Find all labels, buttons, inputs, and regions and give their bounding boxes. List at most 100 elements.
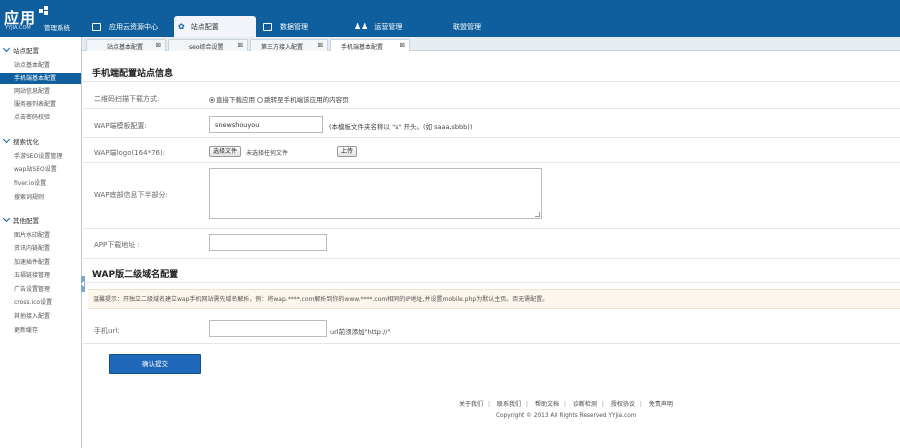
separator: | <box>488 401 491 408</box>
group-title: 站点配置 <box>13 47 39 55</box>
separator: | <box>563 401 566 408</box>
divider <box>83 137 900 138</box>
notice-tip: 温馨提示：开独立二级域名建立wap手机网站需先域名解析，例：将wap.****.… <box>88 289 900 309</box>
footer-link[interactable]: 授权协议 <box>611 401 635 408</box>
sidebar-item[interactable]: wap站SEO设置 <box>0 164 81 175</box>
no-file-text: 未选择任何文件 <box>246 150 289 157</box>
footer-link[interactable]: 帮助文档 <box>535 401 559 408</box>
top-bar: 应用 YYJIA.COM 管理系统 应用云资源中心 ✿ 站点配置 数据管理 ♟♟… <box>0 0 900 37</box>
sidebar-group-other[interactable]: 其他配置 <box>2 214 39 225</box>
chevron-down-icon <box>2 44 11 53</box>
system-name: 管理系统 <box>44 24 70 32</box>
section-title-wap-domain: WAP版二级域名配置 <box>92 270 179 280</box>
choose-file-button[interactable]: 选择文件 <box>209 146 242 157</box>
sidebar: 站点配置 站点基本配置 手机端基本配置 网站信息配置 服务器列表配置 点击密码校… <box>0 37 82 448</box>
close-icon[interactable]: ⊠ <box>156 41 161 49</box>
sidebar-item[interactable]: 网站信息配置 <box>0 86 81 97</box>
radio-label: 跳转至手机端该应用的内容页 <box>264 96 349 104</box>
sidebar-item[interactable]: 点击密码校验 <box>0 112 81 123</box>
topnav-operations[interactable]: ♟♟ 运营管理 <box>354 16 402 37</box>
sidebar-group-seo[interactable]: 搜索优化 <box>2 135 39 146</box>
sidebar-item[interactable]: 更新缓存 <box>0 325 81 336</box>
footer-info-textarea[interactable] <box>209 168 542 219</box>
topnav-site-config[interactable]: ✿ 站点配置 <box>174 16 256 37</box>
divider <box>83 258 900 259</box>
logo-domain: YYJIA.COM <box>5 25 31 31</box>
copyright: Copyright © 2013 All Rights Reserved YYj… <box>496 413 637 419</box>
divider <box>83 81 900 82</box>
separator: | <box>601 401 604 408</box>
logo: 应用 YYJIA.COM 管理系统 <box>0 0 80 37</box>
qr-download-options: 直接下载应用 跳转至手机端该应用的内容页 <box>209 94 349 104</box>
separator: | <box>525 401 529 408</box>
sidebar-item[interactable]: 广告设置管理 <box>0 284 81 295</box>
footer-link[interactable]: 关于我们 <box>459 401 483 408</box>
tab-label: 手机端基本配置 <box>341 44 384 51</box>
sidebar-item[interactable]: 资讯内链配置 <box>0 243 81 254</box>
footer-link[interactable]: 免责声明 <box>649 401 673 408</box>
sidebar-item[interactable]: 五福链接管理 <box>0 270 81 281</box>
submit-button[interactable]: 确认提交 <box>109 354 201 374</box>
tab-seo[interactable]: seo综合设置 ⊠ <box>168 39 248 51</box>
close-icon[interactable]: ⊠ <box>318 41 323 49</box>
divider <box>83 343 900 344</box>
radio-direct-download[interactable] <box>209 97 215 103</box>
divider <box>83 162 900 163</box>
tab-third-party[interactable]: 第三方接入配置 ⊠ <box>250 39 328 51</box>
grid-icon <box>263 22 272 31</box>
app-download-input[interactable] <box>209 234 327 251</box>
wap-logo-label: WAP端logo(164*76): <box>94 149 166 157</box>
close-icon[interactable]: ⊠ <box>238 41 243 49</box>
footer-link[interactable]: 诊断检测 <box>573 401 597 408</box>
sidebar-item[interactable]: 手游SEO设置管理 <box>0 151 81 162</box>
sidebar-item[interactable]: 站点基本配置 <box>0 60 81 71</box>
gear-icon: ✿ <box>178 22 185 31</box>
radio-redirect-mobile[interactable] <box>257 97 264 103</box>
sidebar-item[interactable]: fiver.io设置 <box>0 178 81 189</box>
group-title: 搜索优化 <box>13 138 39 146</box>
resize-grip-icon[interactable] <box>535 212 540 217</box>
topnav-cloud-resource[interactable]: 应用云资源中心 <box>92 16 158 37</box>
tab-label: seo综合设置 <box>189 44 224 51</box>
footer-info-label: WAP底部信息下半部分: <box>94 191 168 199</box>
upload-button[interactable]: 上传 <box>337 146 358 157</box>
wap-template-hint: (本模板文件夹名称以 "s" 开头。(如 saaa,sbbb)) <box>329 123 473 131</box>
divider <box>83 228 900 229</box>
sidebar-item[interactable]: 其他接入配置 <box>0 311 81 322</box>
qr-download-label: 二维码扫描下载方式: <box>94 95 160 103</box>
logo-squares-icon <box>39 6 49 16</box>
monitor-icon <box>92 22 101 31</box>
tab-label: 站点基本配置 <box>107 44 144 51</box>
mobile-url-input[interactable] <box>209 320 327 337</box>
divider <box>83 282 900 283</box>
close-icon[interactable]: ⊠ <box>400 41 405 49</box>
mobile-url-hint: url前须添加"http://" <box>330 328 391 336</box>
chevron-down-icon <box>2 214 11 223</box>
sidebar-group-site-config[interactable]: 站点配置 <box>2 44 39 55</box>
chevron-down-icon <box>2 135 11 144</box>
sidebar-item-active[interactable]: 手机端基本配置 <box>0 73 81 84</box>
tab-mobile-basic[interactable]: 手机端基本配置 ⊠ <box>330 39 410 51</box>
topnav-data-manage[interactable]: 数据管理 <box>263 16 308 37</box>
sidebar-item[interactable]: 服务器列表配置 <box>0 99 81 110</box>
users-icon: ♟♟ <box>354 22 369 31</box>
topnav-alliance[interactable]: 联盟管理 <box>453 16 481 37</box>
topnav-label: 站点配置 <box>190 22 219 31</box>
main-content: 手机端配置站点信息 二维码扫描下载方式: 直接下载应用 跳转至手机端该应用的内容… <box>83 51 900 448</box>
tab-site-basic[interactable]: 站点基本配置 ⊠ <box>86 39 166 51</box>
topnav-label: 运营管理 <box>374 22 403 31</box>
group-title: 其他配置 <box>13 217 39 225</box>
footer-links: 关于我们 | 联系我们 | 帮助文档 | 诊断检测 | 授权协议 | 免责声明 <box>459 399 673 408</box>
sidebar-item[interactable]: 加速插件配置 <box>0 257 81 268</box>
sidebar-item[interactable]: cross.ico设置 <box>0 297 81 308</box>
wap-template-label: WAP端模板配置: <box>94 122 147 130</box>
footer-link[interactable]: 联系我们 <box>497 401 521 408</box>
sidebar-item[interactable]: 图片水印配置 <box>0 230 81 241</box>
topnav-label: 应用云资源中心 <box>109 22 158 31</box>
tab-label: 第三方接入配置 <box>261 44 304 51</box>
sidebar-item[interactable]: 搜索词规则 <box>0 192 81 203</box>
topnav-label: 联盟管理 <box>453 22 481 31</box>
divider <box>83 108 900 109</box>
wap-template-input[interactable] <box>209 116 323 133</box>
radio-label: 直接下载应用 <box>216 96 255 104</box>
